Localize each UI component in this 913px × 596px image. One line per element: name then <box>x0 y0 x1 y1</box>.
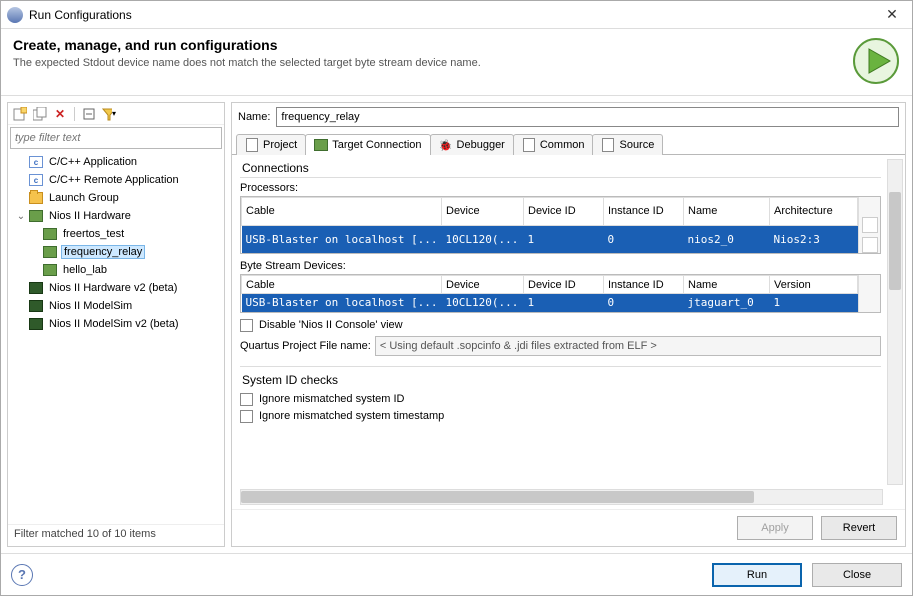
tree-launch-group[interactable]: Launch Group <box>8 189 224 207</box>
ignore-sysid-row[interactable]: Ignore mismatched system ID <box>240 393 881 406</box>
col-name[interactable]: Name <box>684 198 770 226</box>
configurations-panel: ✕ ▾ cC/C++ Application cC/C++ Remote App… <box>7 102 225 547</box>
name-input[interactable] <box>276 107 899 127</box>
tree-hello-lab[interactable]: hello_lab <box>8 261 224 279</box>
processors-side-buttons <box>858 197 880 253</box>
processors-side-button-2[interactable] <box>862 237 878 253</box>
titlebar: Run Configurations ✕ <box>1 1 912 29</box>
byte-devices-table-wrap: Cable Device Device ID Instance ID Name … <box>240 274 881 313</box>
col-architecture[interactable]: Architecture <box>770 198 858 226</box>
processors-side-button-1[interactable] <box>862 217 878 233</box>
system-id-checks: System ID checks Ignore mismatched syste… <box>240 366 881 423</box>
byte-device-row[interactable]: USB-Blaster on localhost [... 10CL120(..… <box>242 294 858 312</box>
tab-content: Connections Processors: Cable Device Dev… <box>232 155 905 509</box>
quartus-project-label: Quartus Project File name: <box>240 340 371 352</box>
bug-icon: 🐞 <box>439 138 453 152</box>
config-tree[interactable]: cC/C++ Application cC/C++ Remote Applica… <box>8 151 224 524</box>
eclipse-icon <box>7 7 23 23</box>
source-icon <box>601 138 615 152</box>
collapse-all-icon[interactable] <box>81 106 97 122</box>
disable-console-row[interactable]: Disable 'Nios II Console' view <box>240 319 881 332</box>
dialog-footer: ? Run Close <box>1 553 912 595</box>
tree-nios-hw-v2[interactable]: Nios II Hardware v2 (beta) <box>8 279 224 297</box>
filter-icon[interactable]: ▾ <box>101 106 117 122</box>
quartus-project-field[interactable] <box>375 336 881 356</box>
ignore-timestamp-checkbox[interactable] <box>240 410 253 423</box>
byte-devices-label: Byte Stream Devices: <box>240 260 881 272</box>
target-icon <box>314 138 328 152</box>
project-icon <box>245 138 259 152</box>
detail-buttons: Apply Revert <box>232 509 905 546</box>
vertical-scrollbar[interactable] <box>887 159 903 485</box>
ignore-timestamp-row[interactable]: Ignore mismatched system timestamp <box>240 410 881 423</box>
ignore-timestamp-label: Ignore mismatched system timestamp <box>259 410 444 422</box>
dialog-header: Create, manage, and run configurations T… <box>1 29 912 95</box>
table-header-row: Cable Device Device ID Instance ID Name … <box>242 276 858 294</box>
col-cable[interactable]: Cable <box>242 198 442 226</box>
horizontal-scrollbar[interactable] <box>240 489 883 505</box>
delete-config-icon[interactable]: ✕ <box>52 106 68 122</box>
run-icon <box>852 37 900 85</box>
close-button[interactable]: Close <box>812 563 902 587</box>
config-detail-panel: Name: Project Target Connection 🐞Debugge… <box>231 102 906 547</box>
revert-button[interactable]: Revert <box>821 516 897 540</box>
window-title: Run Configurations <box>29 8 878 22</box>
ignore-sysid-label: Ignore mismatched system ID <box>259 393 405 405</box>
header-title: Create, manage, and run configurations <box>13 37 852 53</box>
config-toolbar: ✕ ▾ <box>8 103 224 125</box>
run-configurations-window: Run Configurations ✕ Create, manage, and… <box>0 0 913 596</box>
header-subtitle: The expected Stdout device name does not… <box>13 57 852 69</box>
tree-freertos[interactable]: freertos_test <box>8 225 224 243</box>
name-label: Name: <box>238 111 270 123</box>
apply-button[interactable]: Apply <box>737 516 813 540</box>
common-icon <box>522 138 536 152</box>
window-close-button[interactable]: ✕ <box>878 5 906 25</box>
tab-common[interactable]: Common <box>513 134 594 155</box>
tree-cc-remote[interactable]: cC/C++ Remote Application <box>8 171 224 189</box>
connections-title: Connections <box>240 159 881 178</box>
ignore-sysid-checkbox[interactable] <box>240 393 253 406</box>
run-button[interactable]: Run <box>712 563 802 587</box>
byte-devices-table[interactable]: Cable Device Device ID Instance ID Name … <box>241 275 858 312</box>
help-icon[interactable]: ? <box>11 564 33 586</box>
duplicate-config-icon[interactable] <box>32 106 48 122</box>
tree-nios-modelsim-v2[interactable]: Nios II ModelSim v2 (beta) <box>8 315 224 333</box>
sysid-title: System ID checks <box>240 371 881 389</box>
tab-target-connection[interactable]: Target Connection <box>305 134 430 155</box>
disable-console-label: Disable 'Nios II Console' view <box>259 319 403 331</box>
tree-nios-hw[interactable]: ⌄Nios II Hardware <box>8 207 224 225</box>
tab-project[interactable]: Project <box>236 134 306 155</box>
new-config-icon[interactable] <box>12 106 28 122</box>
processor-row[interactable]: USB-Blaster on localhost [... 10CL120(..… <box>242 225 858 253</box>
chevron-down-icon[interactable]: ⌄ <box>14 211 28 222</box>
filter-status: Filter matched 10 of 10 items <box>8 524 224 546</box>
dialog-body: ✕ ▾ cC/C++ Application cC/C++ Remote App… <box>1 96 912 553</box>
table-header-row: Cable Device Device ID Instance ID Name … <box>242 198 858 226</box>
tree-frequency-relay[interactable]: frequency_relay <box>8 243 224 261</box>
byte-devices-side-buttons <box>858 275 880 312</box>
col-instance-id[interactable]: Instance ID <box>604 198 684 226</box>
tree-nios-modelsim[interactable]: Nios II ModelSim <box>8 297 224 315</box>
tree-cc-app[interactable]: cC/C++ Application <box>8 153 224 171</box>
processors-table-wrap: Cable Device Device ID Instance ID Name … <box>240 196 881 254</box>
processors-table[interactable]: Cable Device Device ID Instance ID Name … <box>241 197 858 253</box>
processors-label: Processors: <box>240 182 881 194</box>
col-device[interactable]: Device <box>442 198 524 226</box>
col-device-id[interactable]: Device ID <box>524 198 604 226</box>
disable-console-checkbox[interactable] <box>240 319 253 332</box>
tab-source[interactable]: Source <box>592 134 663 155</box>
filter-input[interactable] <box>10 127 222 149</box>
tab-bar: Project Target Connection 🐞Debugger Comm… <box>232 131 905 155</box>
tab-debugger[interactable]: 🐞Debugger <box>430 134 514 155</box>
